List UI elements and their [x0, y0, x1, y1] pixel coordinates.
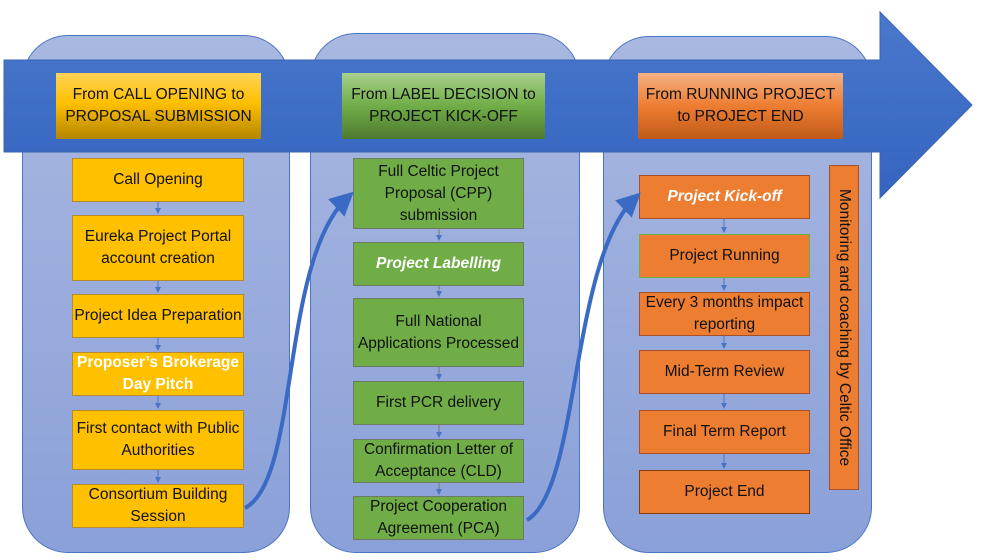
transition-arrow-2 [525, 192, 641, 522]
connectors [155, 191, 727, 522]
transition-arrow-1 [243, 191, 354, 510]
